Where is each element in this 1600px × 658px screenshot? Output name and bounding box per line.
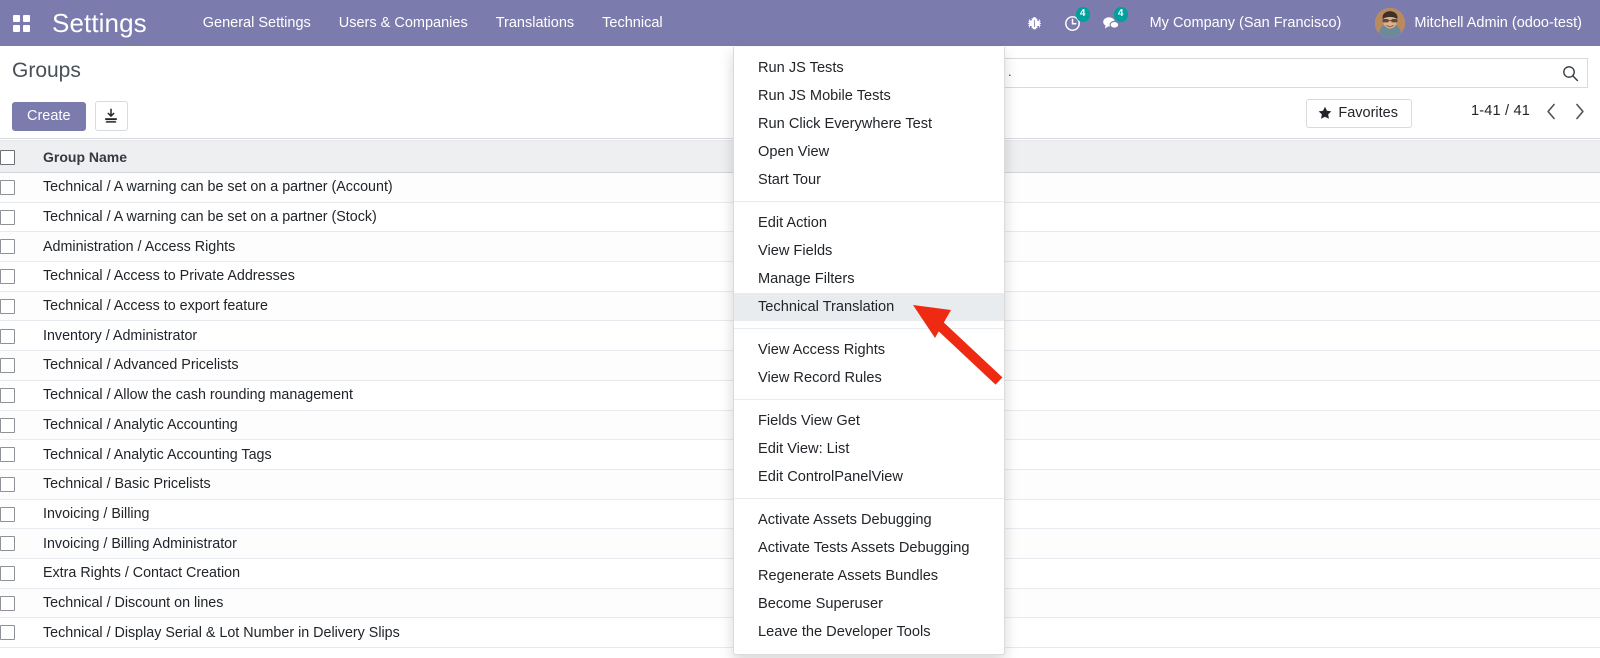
menu-item[interactable]: Fields View Get: [734, 407, 1004, 435]
row-select-cell: [0, 410, 43, 441]
user-avatar-image: [1375, 8, 1406, 38]
search-icon[interactable]: [1562, 65, 1579, 82]
select-all-cell: [0, 140, 43, 173]
search-input[interactable]: [1012, 59, 1562, 87]
row-select-cell: [0, 617, 43, 648]
menu-item[interactable]: Activate Tests Assets Debugging: [734, 534, 1004, 562]
nav-item-translations[interactable]: Translations: [482, 9, 588, 37]
menu-divider: [734, 328, 1004, 329]
menu-item[interactable]: View Fields: [734, 237, 1004, 265]
row-select-cell: [0, 469, 43, 500]
row-select-cell: [0, 499, 43, 530]
menu-item[interactable]: Edit Action: [734, 209, 1004, 237]
row-checkbox[interactable]: [0, 417, 15, 433]
row-select-cell: [0, 172, 43, 203]
row-checkbox[interactable]: [0, 625, 15, 641]
pager-previous-button[interactable]: [1544, 101, 1558, 121]
row-checkbox[interactable]: [0, 328, 15, 344]
row-checkbox[interactable]: [0, 269, 15, 285]
menu-item[interactable]: Run Click Everywhere Test: [734, 110, 1004, 138]
import-download-icon: [105, 108, 117, 123]
row-checkbox[interactable]: [0, 595, 15, 611]
bug-icon: [1028, 16, 1042, 29]
row-select-cell: [0, 588, 43, 619]
row-select-cell: [0, 558, 43, 589]
menu-item[interactable]: Run JS Mobile Tests: [734, 82, 1004, 110]
primary-nav: General Settings Users & Companies Trans…: [189, 9, 677, 37]
row-checkbox[interactable]: [0, 476, 15, 492]
menu-item[interactable]: View Record Rules: [734, 364, 1004, 392]
row-checkbox[interactable]: [0, 447, 15, 463]
menu-item[interactable]: Open View: [734, 138, 1004, 166]
row-checkbox[interactable]: [0, 387, 15, 403]
company-switcher[interactable]: My Company (San Francisco): [1138, 9, 1354, 37]
favorites-label: Favorites: [1338, 105, 1398, 121]
activity-menu-button[interactable]: 4: [1054, 0, 1092, 46]
row-select-cell: [0, 261, 43, 292]
pager-value: 1-41 / 41: [1470, 103, 1530, 119]
messaging-menu-button[interactable]: 4: [1092, 0, 1130, 46]
activity-count-badge: 4: [1075, 7, 1090, 22]
messaging-count-badge: 4: [1113, 7, 1128, 22]
navbar-right-region: 4 4 My Company (San Francisco) Mitchell …: [1016, 0, 1600, 46]
nav-item-technical[interactable]: Technical: [588, 9, 676, 37]
row-checkbox[interactable]: [0, 536, 15, 552]
avatar: [1375, 8, 1406, 38]
create-button[interactable]: Create: [12, 101, 86, 131]
page-title: Groups: [12, 59, 81, 82]
row-checkbox[interactable]: [0, 298, 15, 314]
menu-item[interactable]: Become Superuser: [734, 590, 1004, 618]
select-all-checkbox[interactable]: [0, 149, 15, 165]
row-select-cell: [0, 202, 43, 233]
top-navbar: Settings General Settings Users & Compan…: [0, 0, 1600, 46]
search-view[interactable]: .: [1000, 58, 1588, 88]
debug-menu-button[interactable]: [1016, 0, 1054, 46]
row-select-cell: [0, 528, 43, 559]
menu-divider: [734, 201, 1004, 202]
nav-item-general-settings[interactable]: General Settings: [189, 9, 325, 37]
row-checkbox[interactable]: [0, 180, 15, 196]
apps-grid-icon: [12, 14, 30, 32]
menu-divider: [734, 399, 1004, 400]
star-icon: [1319, 106, 1332, 119]
menu-item[interactable]: Leave the Developer Tools: [734, 618, 1004, 646]
menu-item[interactable]: Manage Filters: [734, 265, 1004, 293]
menu-item[interactable]: Activate Assets Debugging: [734, 506, 1004, 534]
brand-title[interactable]: Settings: [52, 8, 147, 39]
row-select-cell: [0, 380, 43, 411]
row-select-cell: [0, 439, 43, 470]
menu-item[interactable]: Edit View: List: [734, 435, 1004, 463]
row-select-cell: [0, 350, 43, 381]
row-checkbox[interactable]: [0, 358, 15, 374]
row-select-cell: [0, 320, 43, 352]
row-select-cell: [0, 291, 43, 322]
menu-divider: [734, 498, 1004, 499]
favorites-button[interactable]: Favorites: [1306, 99, 1412, 128]
menu-item[interactable]: Run JS Tests: [734, 54, 1004, 82]
row-checkbox[interactable]: [0, 239, 15, 255]
user-menu-button[interactable]: Mitchell Admin (odoo-test): [1365, 4, 1586, 42]
row-checkbox[interactable]: [0, 209, 15, 225]
menu-item[interactable]: Start Tour: [734, 166, 1004, 194]
menu-item[interactable]: Edit ControlPanelView: [734, 463, 1004, 491]
menu-item[interactable]: View Access Rights: [734, 336, 1004, 364]
row-checkbox[interactable]: [0, 566, 15, 581]
menu-item[interactable]: Regenerate Assets Bundles: [734, 562, 1004, 590]
apps-menu-button[interactable]: [0, 0, 42, 46]
pager-next-button[interactable]: [1572, 101, 1586, 121]
nav-item-users-companies[interactable]: Users & Companies: [325, 9, 482, 37]
user-name-label: Mitchell Admin (odoo-test): [1414, 15, 1582, 31]
pager: 1-41 / 41: [1471, 101, 1586, 121]
row-select-cell: [0, 231, 43, 263]
developer-tools-dropdown: Run JS Tests Run JS Mobile Tests Run Click…: [733, 47, 1005, 655]
import-button[interactable]: [94, 101, 128, 131]
menu-item[interactable]: Technical Translation: [734, 293, 1004, 321]
row-checkbox[interactable]: [0, 506, 15, 522]
